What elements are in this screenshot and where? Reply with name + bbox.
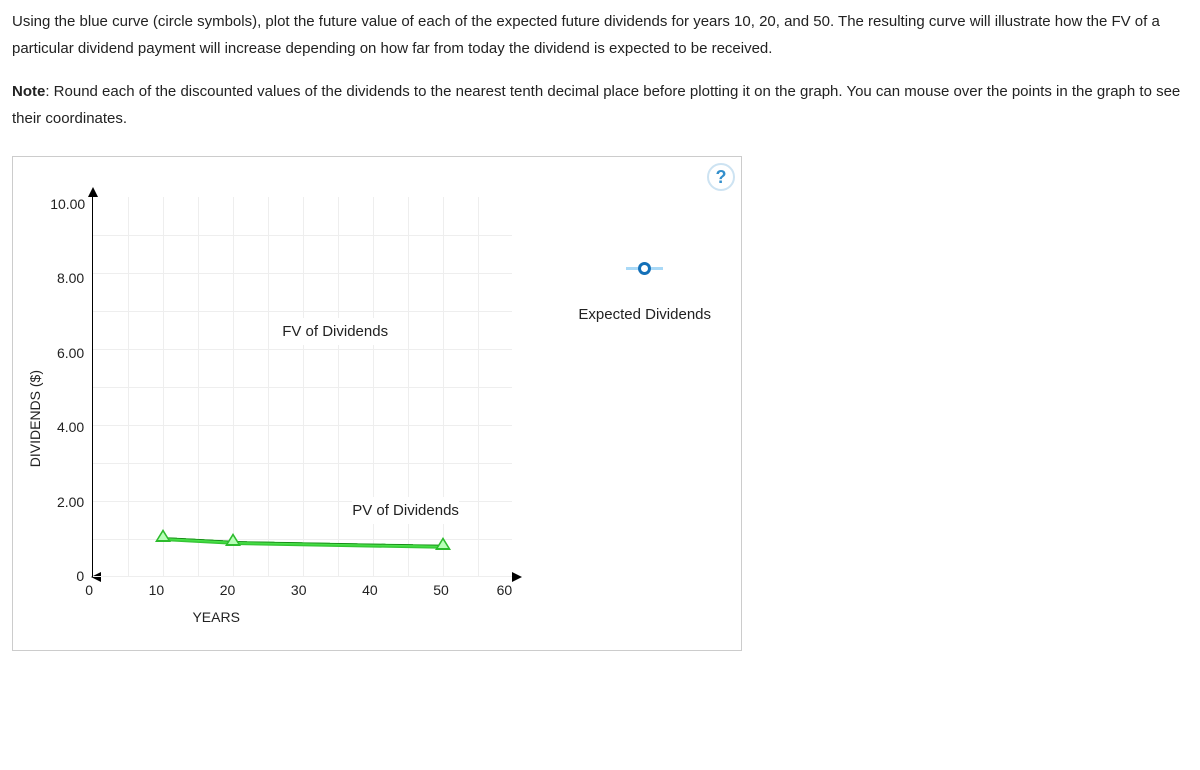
pv-marker[interactable] [435, 537, 451, 550]
y-axis-label: DIVIDENDS ($) [23, 370, 48, 467]
pv-marker[interactable] [155, 529, 171, 542]
x-axis-label: YEARS [192, 605, 239, 630]
x-tick: 60 [477, 583, 513, 597]
instruction-note: Note: Round each of the discounted value… [12, 78, 1188, 132]
legend-swatch-expected-dividends[interactable] [578, 262, 711, 275]
y-tick: 4.00 [50, 420, 84, 434]
instruction-paragraph-1: Using the blue curve (circle symbols), p… [12, 8, 1188, 62]
y-tick: 0 [50, 569, 84, 583]
x-tick: 20 [192, 583, 263, 597]
axis-arrow-up-icon [88, 187, 98, 197]
y-tick: 10.00 [50, 197, 84, 211]
legend-label-expected-dividends: Expected Dividends [578, 305, 711, 325]
note-label: Note [12, 83, 45, 100]
chart-annotation: FV of Dividends [282, 318, 388, 345]
x-tick: 0 [85, 583, 121, 597]
y-tick: 8.00 [50, 271, 84, 285]
plot-area[interactable]: FV of Dividends PV of Dividends [92, 197, 512, 577]
y-tick: 2.00 [50, 495, 84, 509]
note-text: : Round each of the discounted values of… [12, 83, 1180, 127]
chart-annotation: PV of Dividends [352, 497, 459, 524]
legend-dash-left [626, 267, 638, 270]
x-tick: 10 [121, 583, 192, 597]
axis-arrow-right-icon [512, 572, 522, 582]
legend[interactable]: Expected Dividends [578, 262, 711, 325]
legend-dash-right [651, 267, 663, 270]
x-tick: 50 [405, 583, 476, 597]
legend-circle-icon [638, 262, 651, 275]
chart-panel: ? Expected Dividends DIVIDENDS ($) 10.00… [12, 156, 742, 651]
y-axis-ticks: 10.00 8.00 6.00 4.00 2.00 0 [50, 197, 92, 577]
help-icon: ? [716, 168, 727, 186]
pv-marker[interactable] [225, 533, 241, 546]
help-button[interactable]: ? [707, 163, 735, 191]
y-tick: 6.00 [50, 346, 84, 360]
x-tick: 30 [263, 583, 334, 597]
x-tick: 40 [334, 583, 405, 597]
x-axis-ticks: 0 10 20 30 40 50 60 [50, 583, 512, 597]
